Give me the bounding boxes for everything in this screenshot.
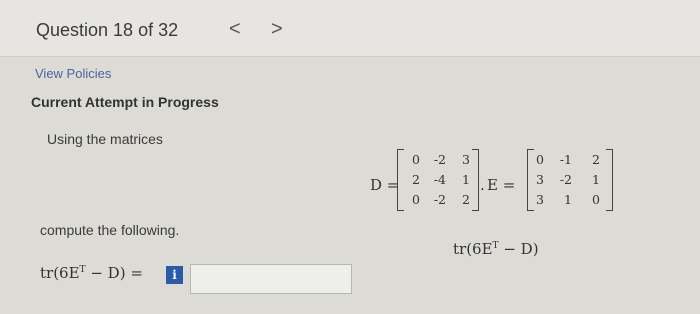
question-header: Question 18 of 32 < >	[0, 0, 700, 57]
answer-expression: tr(6ET − D) =	[40, 264, 143, 282]
matrix-e-cell: 1	[564, 192, 572, 207]
info-icon[interactable]: i	[166, 266, 183, 284]
question-instruction: compute the following.	[40, 222, 180, 238]
expression-text: tr(6E	[453, 240, 493, 258]
attempt-status: Current Attempt in Progress	[31, 94, 219, 110]
matrix-d: 0 -2 3 2 -4 1 0 -2 2	[397, 149, 479, 211]
matrix-d-cell: 0	[412, 192, 420, 207]
matrix-separator: .	[480, 176, 485, 194]
matrix-d-cell: -2	[433, 192, 446, 207]
matrix-e: 0 -1 2 3 -2 1 3 1 0	[527, 149, 613, 211]
question-counter: Question 18 of 32	[36, 20, 179, 40]
matrix-d-cell: -4	[433, 172, 446, 187]
view-policies-link[interactable]: View Policies	[35, 66, 111, 81]
matrix-d-cell: 1	[462, 172, 470, 187]
chevron-right-icon[interactable]: >	[271, 18, 283, 41]
matrix-e-cell: 0	[536, 152, 544, 167]
matrix-e-cell: 0	[592, 192, 600, 207]
answer-input[interactable]	[190, 264, 352, 294]
matrix-d-cell: 2	[462, 192, 470, 207]
matrix-d-cell: 3	[462, 152, 470, 167]
matrix-e-cell: -1	[559, 152, 572, 167]
matrix-e-cell: 1	[592, 172, 600, 187]
equals-sign: =	[130, 264, 143, 282]
matrix-e-cell: 3	[536, 192, 544, 207]
question-intro: Using the matrices	[47, 131, 163, 147]
target-expression: tr(6ET − D)	[453, 240, 539, 258]
expression-tail: − D)	[498, 240, 539, 258]
matrix-d-cell: 2	[412, 172, 420, 187]
matrix-d-label: D =	[370, 176, 400, 194]
matrix-e-label: E =	[487, 176, 516, 194]
matrix-e-cell: 2	[592, 152, 600, 167]
expression-tail: − D)	[85, 264, 126, 282]
matrix-e-cell: -2	[559, 172, 572, 187]
matrix-e-cell: 3	[536, 172, 544, 187]
expression-text: tr(6E	[40, 264, 80, 282]
matrix-d-cell: -2	[433, 152, 446, 167]
matrix-d-cell: 0	[412, 152, 420, 167]
chevron-left-icon[interactable]: <	[229, 18, 241, 41]
